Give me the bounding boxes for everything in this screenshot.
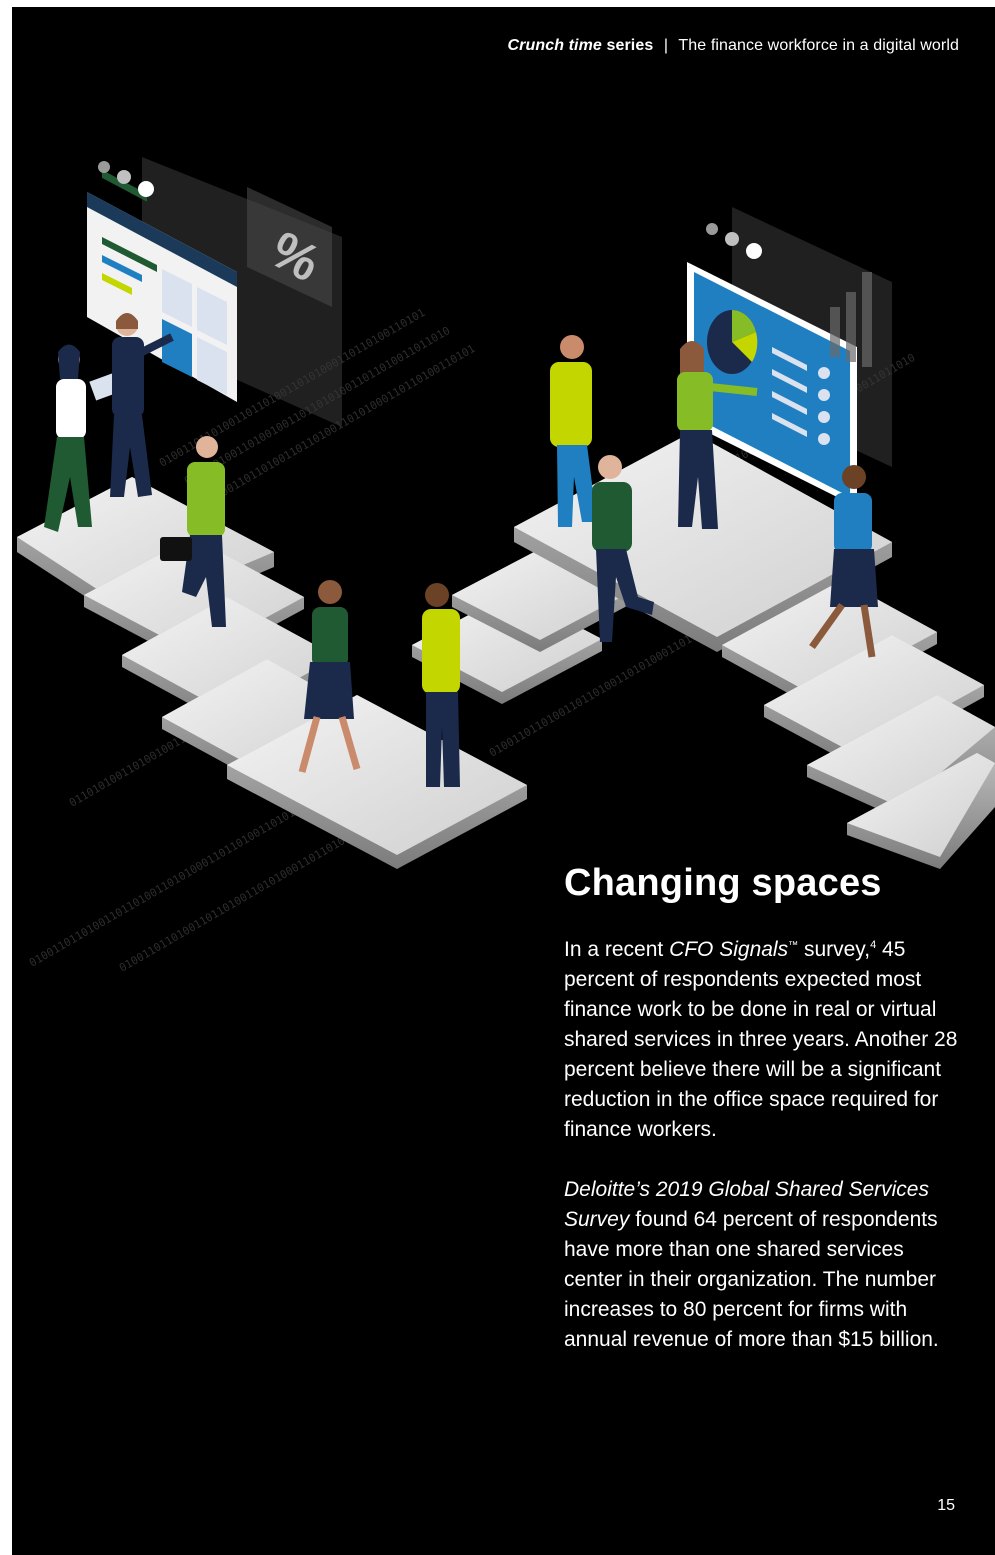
trademark-symbol: ™ [788,940,799,951]
paragraph-prefix: In a recent [564,938,670,961]
section-title: Changing spaces [564,862,882,904]
paragraph-cfo-signals: In a recent CFO Signals™ survey,4 45 per… [564,935,960,1145]
publication-cfo-signals: CFO Signals [669,938,789,961]
article: Changing spaces In a recent CFO Signals™… [564,862,964,1385]
paragraph-shared-services-survey: Deloitte’s 2019 Global Shared Services S… [564,1175,960,1355]
page-number: 15 [937,1497,955,1514]
person-standing-center-man [422,583,460,787]
page: Crunch time series | The finance workfor… [12,7,995,1555]
paragraph-middle: survey, [798,938,871,961]
paragraph-body: 45 percent of respondents expected most … [564,938,958,1141]
